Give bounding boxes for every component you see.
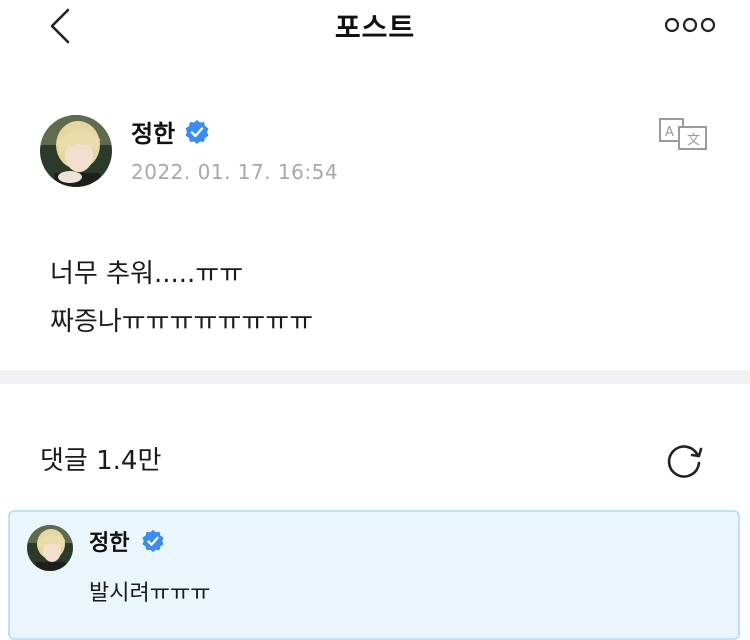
post-body: 너무 추워.....ㅠㅠ 짜증나ㅠㅠㅠㅠㅠㅠㅠㅠ [50, 250, 313, 346]
post-line: 너무 추워.....ㅠㅠ [50, 259, 244, 289]
refresh-icon [667, 445, 703, 478]
author-name[interactable]: 정한 [131, 114, 175, 149]
verified-badge-icon [185, 120, 209, 144]
comment-text: 발시려ㅠㅠㅠ [89, 581, 211, 606]
author-avatar[interactable] [40, 115, 112, 187]
more-options-button[interactable] [664, 14, 716, 36]
refresh-comments-button[interactable] [662, 438, 706, 482]
verified-badge-icon [142, 529, 164, 553]
comment-author-name[interactable]: 정한 [89, 525, 129, 557]
page-title: 포스트 [334, 11, 416, 44]
svg-text:文: 文 [687, 133, 700, 148]
svg-text:A: A [665, 125, 674, 140]
comments-count-label: 댓글 1.4만 [40, 446, 162, 476]
more-dots-icon [664, 17, 716, 33]
post-line: 짜증나ㅠㅠㅠㅠㅠㅠㅠㅠ [50, 307, 314, 337]
translate-icon: A 文 [659, 118, 707, 150]
post-timestamp: 2022. 01. 17. 16:54 [131, 160, 339, 184]
comment-author-avatar[interactable] [27, 525, 73, 571]
section-divider [0, 370, 750, 384]
translate-button[interactable]: A 文 [657, 116, 709, 152]
